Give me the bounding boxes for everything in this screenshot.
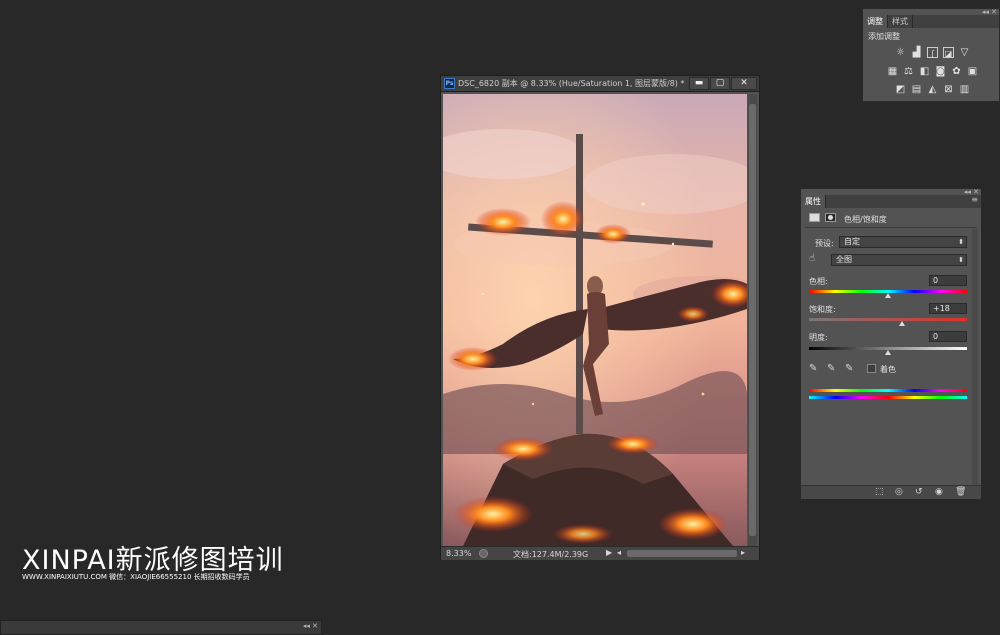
- output-hue-bar: [809, 396, 967, 399]
- photoshop-icon: Ps: [444, 78, 455, 89]
- minimize-button[interactable]: ▬: [689, 77, 709, 90]
- lightness-input[interactable]: 0: [929, 331, 967, 342]
- eyedropper-minus-icon[interactable]: ✎: [845, 363, 853, 374]
- properties-tabs: 属性 ≡: [801, 195, 981, 208]
- document-titlebar[interactable]: Ps DSC_6820 副本 @ 8.33% (Hue/Saturation 1…: [441, 76, 759, 92]
- colorize-checkbox[interactable]: [867, 364, 876, 373]
- document-size: 文档:127.4M/2.39G: [513, 550, 589, 559]
- tab-properties[interactable]: 属性: [801, 195, 826, 208]
- zoom-level[interactable]: 8.33%: [446, 549, 471, 558]
- saturation-input[interactable]: +18: [929, 303, 967, 314]
- lightness-slider-thumb[interactable]: [885, 350, 891, 355]
- status-bar: 8.33% 文档:127.4M/2.39G ▶ ◂ ▸: [441, 546, 759, 560]
- clip-to-layer-icon[interactable]: ⬚: [875, 487, 884, 497]
- properties-title: 色相/饱和度: [844, 215, 887, 224]
- adjustments-tabs: 调整 样式: [863, 15, 999, 28]
- gradient-map-icon[interactable]: ▥: [959, 84, 970, 95]
- panel-menu-icon[interactable]: ≡: [971, 195, 978, 204]
- divider: [805, 227, 977, 228]
- view-previous-icon[interactable]: ◎: [895, 487, 903, 497]
- preset-label: 预设:: [815, 239, 834, 248]
- reset-icon[interactable]: ↺: [915, 487, 923, 497]
- tab-adjustments[interactable]: 调整: [863, 15, 888, 28]
- vertical-scrollbar[interactable]: [748, 94, 757, 546]
- image-canvas[interactable]: [443, 94, 747, 546]
- input-hue-bar: [809, 389, 967, 392]
- threshold-icon[interactable]: ◭: [927, 84, 938, 95]
- scroll-right-icon[interactable]: ▸: [741, 548, 745, 557]
- curves-icon[interactable]: ∫: [927, 47, 938, 58]
- visibility-icon[interactable]: ◉: [935, 487, 943, 497]
- collapsed-panel[interactable]: ◂◂ ✕: [0, 620, 322, 635]
- photo-filter-icon[interactable]: ◙: [935, 66, 946, 77]
- black-white-icon[interactable]: ◧: [919, 66, 930, 77]
- channel-select[interactable]: 全图 ⬍: [831, 254, 967, 266]
- channel-value: 全图: [836, 255, 852, 264]
- eyedropper-icon[interactable]: ✎: [809, 363, 817, 374]
- document-window[interactable]: Ps DSC_6820 副本 @ 8.33% (Hue/Saturation 1…: [440, 75, 760, 560]
- hue-input[interactable]: 0: [929, 275, 967, 286]
- horizontal-scrollbar[interactable]: [627, 550, 737, 557]
- eyedropper-plus-icon[interactable]: ✎: [827, 363, 835, 374]
- hue-label: 色相:: [809, 277, 828, 286]
- color-balance-icon[interactable]: ⚖: [903, 66, 914, 77]
- exposure-icon[interactable]: ◪: [943, 47, 954, 58]
- tab-styles[interactable]: 样式: [888, 15, 913, 28]
- color-lookup-icon[interactable]: ▣: [967, 66, 978, 77]
- posterize-icon[interactable]: ▤: [911, 84, 922, 95]
- scroll-left-icon[interactable]: ◂: [617, 548, 621, 557]
- status-menu-arrow-icon[interactable]: ▶: [606, 548, 612, 557]
- hue-saturation-icon[interactable]: ▦: [887, 66, 898, 77]
- preset-value: 自定: [844, 237, 860, 246]
- hue-slider-thumb[interactable]: [885, 293, 891, 298]
- properties-panel: ◂◂ ✕ 属性 ≡ 色相/饱和度 预设: 自定 ⬍ ☝ 全图 ⬍ 色相: 0 饱…: [800, 188, 982, 500]
- scrollbar-thumb[interactable]: [749, 104, 756, 536]
- selective-color-icon[interactable]: ⊠: [943, 84, 954, 95]
- status-info-icon[interactable]: [479, 549, 488, 558]
- preset-select[interactable]: 自定 ⬍: [839, 236, 967, 248]
- colorize-label: 着色: [880, 365, 896, 374]
- chevron-down-icon: ⬍: [958, 238, 964, 246]
- mask-icon[interactable]: [825, 213, 836, 222]
- invert-icon[interactable]: ◩: [895, 84, 906, 95]
- artwork-image: [443, 94, 747, 546]
- chevron-down-icon: ⬍: [958, 256, 964, 264]
- close-button[interactable]: ✕: [731, 77, 757, 90]
- bottom-panel-collapse-icon[interactable]: ◂◂ ✕: [303, 622, 318, 630]
- channel-mixer-icon[interactable]: ✿: [951, 66, 962, 77]
- saturation-label: 饱和度:: [809, 305, 836, 314]
- adjustment-layer-icon[interactable]: [809, 213, 820, 222]
- trash-icon[interactable]: 🗑: [955, 487, 966, 497]
- properties-footer: ⬚ ◎ ↺ ◉ 🗑: [801, 485, 981, 499]
- maximize-button[interactable]: ▢: [710, 77, 730, 90]
- properties-scrollbar[interactable]: [972, 229, 978, 485]
- vibrance-icon[interactable]: ▽: [959, 47, 970, 58]
- document-title: DSC_6820 副本 @ 8.33% (Hue/Saturation 1, 图…: [458, 79, 685, 88]
- saturation-slider-thumb[interactable]: [899, 321, 906, 326]
- saturation-slider-track[interactable]: [809, 318, 967, 321]
- brightness-icon[interactable]: ☼: [895, 47, 906, 58]
- lightness-label: 明度:: [809, 333, 828, 342]
- levels-icon[interactable]: ▟: [911, 47, 922, 58]
- adjustments-panel: ◂◂ ✕ 调整 样式 添加调整 ☼ ▟ ∫ ◪ ▽ ▦ ⚖ ◧ ◙ ✿ ▣ ◩ …: [862, 8, 1000, 102]
- hand-adjust-icon[interactable]: ☝: [809, 253, 815, 264]
- watermark-contact: WWW.XINPAIXIUTU.COM 微信：XIAOJIE66555210 长…: [22, 573, 250, 581]
- adjustments-title: 添加调整: [868, 32, 900, 41]
